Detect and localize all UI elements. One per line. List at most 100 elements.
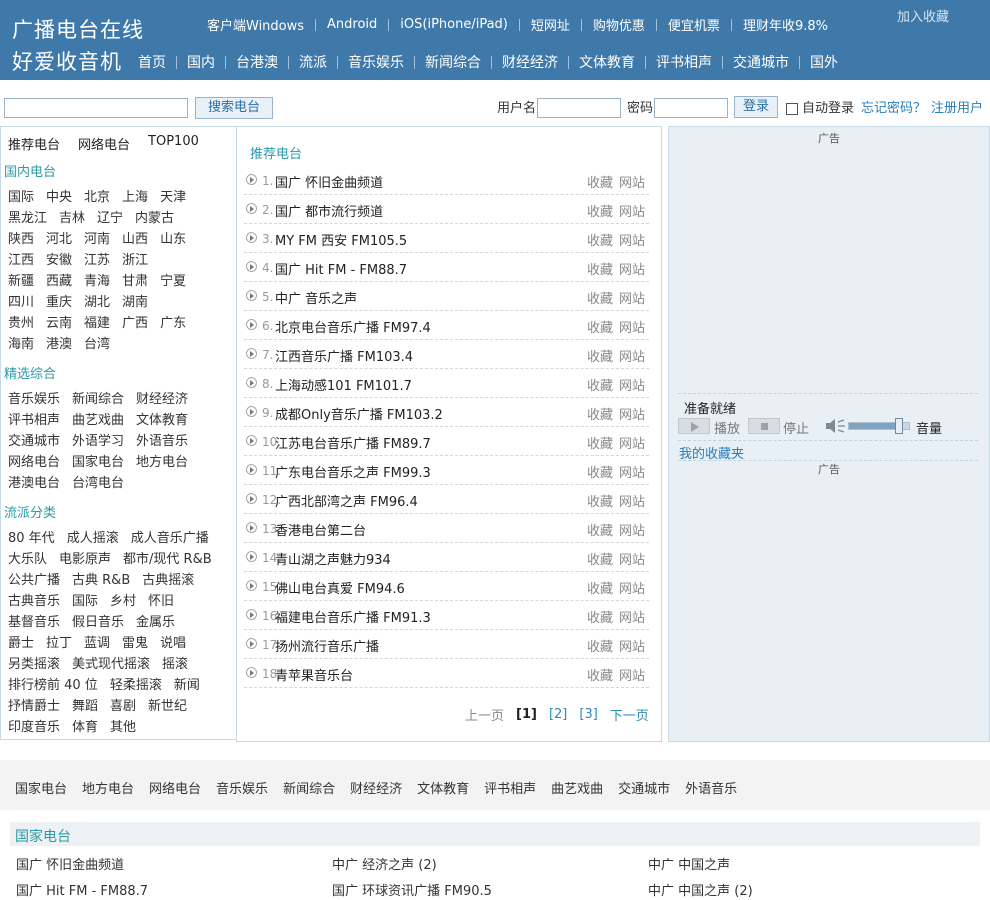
- top-link[interactable]: iOS(iPhone/iPad): [400, 17, 508, 32]
- category-link[interactable]: 80 年代: [8, 531, 55, 546]
- category-link[interactable]: 新闻: [174, 678, 200, 693]
- category-link[interactable]: 青海: [84, 274, 110, 289]
- website-link[interactable]: 网站: [619, 379, 645, 394]
- category-link[interactable]: 雷鬼: [122, 636, 148, 651]
- favorite-link[interactable]: 收藏: [587, 611, 613, 626]
- category-link[interactable]: 评书相声: [8, 413, 60, 428]
- category-link[interactable]: 蓝调: [84, 636, 110, 651]
- national-item[interactable]: 国广 Hit FM - FM88.7: [16, 880, 148, 899]
- category-link[interactable]: 大乐队: [8, 552, 47, 567]
- station-name[interactable]: 中广 音乐之声: [275, 288, 357, 307]
- category-link[interactable]: 湖北: [84, 295, 110, 310]
- stop-button[interactable]: [748, 418, 780, 434]
- nav-item[interactable]: 文体教育: [579, 52, 635, 72]
- top-link[interactable]: 客户端Windows: [207, 15, 304, 34]
- category-link[interactable]: 其他: [110, 720, 136, 735]
- play-icon[interactable]: [246, 377, 257, 388]
- category-link[interactable]: 安徽: [46, 253, 72, 268]
- category-link[interactable]: 江苏: [84, 253, 110, 268]
- play-button[interactable]: [678, 418, 710, 434]
- tab-top100[interactable]: TOP100: [148, 134, 199, 153]
- search-button[interactable]: 搜索电台: [195, 97, 273, 119]
- station-name[interactable]: 江西音乐广播 FM103.4: [275, 346, 413, 365]
- category-link[interactable]: 福建: [84, 316, 110, 331]
- favorite-link[interactable]: 收藏: [587, 321, 613, 336]
- category-link[interactable]: 抒情爵士: [8, 699, 60, 714]
- category-link[interactable]: 成人摇滚: [67, 531, 119, 546]
- page-3[interactable]: [3]: [579, 707, 597, 722]
- station-name[interactable]: 扬州流行音乐广播: [275, 636, 379, 655]
- category-link[interactable]: 交通城市: [8, 434, 60, 449]
- category-link[interactable]: 海南: [8, 337, 34, 352]
- category-link[interactable]: 电影原声: [59, 552, 111, 567]
- nav-item[interactable]: 台港澳: [236, 52, 278, 72]
- category-link[interactable]: 新世纪: [148, 699, 187, 714]
- station-name[interactable]: 青山湖之声魅力934: [275, 549, 391, 568]
- footer-link[interactable]: 新闻综合: [283, 778, 335, 797]
- play-icon[interactable]: [246, 638, 257, 649]
- play-icon[interactable]: [246, 667, 257, 678]
- favorite-link[interactable]: 收藏: [587, 205, 613, 220]
- favorite-link[interactable]: 收藏: [587, 176, 613, 191]
- play-icon[interactable]: [246, 203, 257, 214]
- national-item[interactable]: 国广 环球资讯广播 FM90.5: [332, 880, 492, 899]
- category-link[interactable]: 体育: [72, 720, 98, 735]
- category-link[interactable]: 古典音乐: [8, 594, 60, 609]
- category-link[interactable]: 说唱: [160, 636, 186, 651]
- website-link[interactable]: 网站: [619, 234, 645, 249]
- favorite-link[interactable]: 收藏: [587, 495, 613, 510]
- category-link[interactable]: 爵士: [8, 636, 34, 651]
- favorite-link[interactable]: 收藏: [587, 437, 613, 452]
- station-name[interactable]: 国广 怀旧金曲频道: [275, 172, 383, 191]
- auto-login-checkbox[interactable]: [786, 103, 798, 115]
- category-link[interactable]: 重庆: [46, 295, 72, 310]
- speaker-icon[interactable]: [824, 417, 846, 435]
- website-link[interactable]: 网站: [619, 582, 645, 597]
- category-link[interactable]: 喜剧: [110, 699, 136, 714]
- category-link[interactable]: 内蒙古: [135, 211, 174, 226]
- volume-handle[interactable]: [895, 418, 903, 434]
- brand-subtitle[interactable]: 好爱收音机: [12, 46, 122, 76]
- favorite-link[interactable]: 收藏: [587, 350, 613, 365]
- top-link[interactable]: Android: [327, 17, 377, 32]
- station-name[interactable]: 北京电台音乐广播 FM97.4: [275, 317, 431, 336]
- national-item[interactable]: 中广 中国之声: [648, 854, 730, 873]
- website-link[interactable]: 网站: [619, 495, 645, 510]
- category-link[interactable]: 国际: [8, 190, 34, 205]
- footer-link[interactable]: 交通城市: [618, 778, 670, 797]
- play-icon[interactable]: [246, 406, 257, 417]
- category-link[interactable]: 古典摇滚: [142, 573, 194, 588]
- category-link[interactable]: 四川: [8, 295, 34, 310]
- category-link[interactable]: 浙江: [122, 253, 148, 268]
- category-link[interactable]: 中央: [46, 190, 72, 205]
- category-link[interactable]: 湖南: [122, 295, 148, 310]
- favorite-link[interactable]: 收藏: [587, 640, 613, 655]
- station-name[interactable]: 成都Only音乐广播 FM103.2: [275, 404, 443, 423]
- website-link[interactable]: 网站: [619, 321, 645, 336]
- nav-item[interactable]: 国内: [187, 52, 215, 72]
- favorite-link[interactable]: 收藏: [587, 582, 613, 597]
- play-icon[interactable]: [246, 174, 257, 185]
- category-link[interactable]: 网络电台: [8, 455, 60, 470]
- category-link[interactable]: 黑龙江: [8, 211, 47, 226]
- search-input[interactable]: [4, 98, 188, 118]
- national-item[interactable]: 中广 中国之声 (2): [648, 880, 753, 899]
- website-link[interactable]: 网站: [619, 292, 645, 307]
- category-link[interactable]: 吉林: [59, 211, 85, 226]
- category-link[interactable]: 文体教育: [136, 413, 188, 428]
- brand-title[interactable]: 广播电台在线: [12, 14, 144, 44]
- nav-item[interactable]: 交通城市: [733, 52, 789, 72]
- volume-slider[interactable]: [848, 418, 910, 434]
- category-link[interactable]: 云南: [46, 316, 72, 331]
- play-icon[interactable]: [246, 435, 257, 446]
- category-link[interactable]: 广西: [122, 316, 148, 331]
- station-name[interactable]: 福建电台音乐广播 FM91.3: [275, 607, 431, 626]
- category-link[interactable]: 江西: [8, 253, 34, 268]
- category-link[interactable]: 乡村: [110, 594, 136, 609]
- category-link[interactable]: 音乐娱乐: [8, 392, 60, 407]
- play-icon[interactable]: [246, 580, 257, 591]
- category-link[interactable]: 外语音乐: [136, 434, 188, 449]
- play-icon[interactable]: [246, 348, 257, 359]
- top-link[interactable]: 理财年收9.8%: [743, 15, 828, 34]
- station-name[interactable]: 国广 Hit FM - FM88.7: [275, 259, 407, 278]
